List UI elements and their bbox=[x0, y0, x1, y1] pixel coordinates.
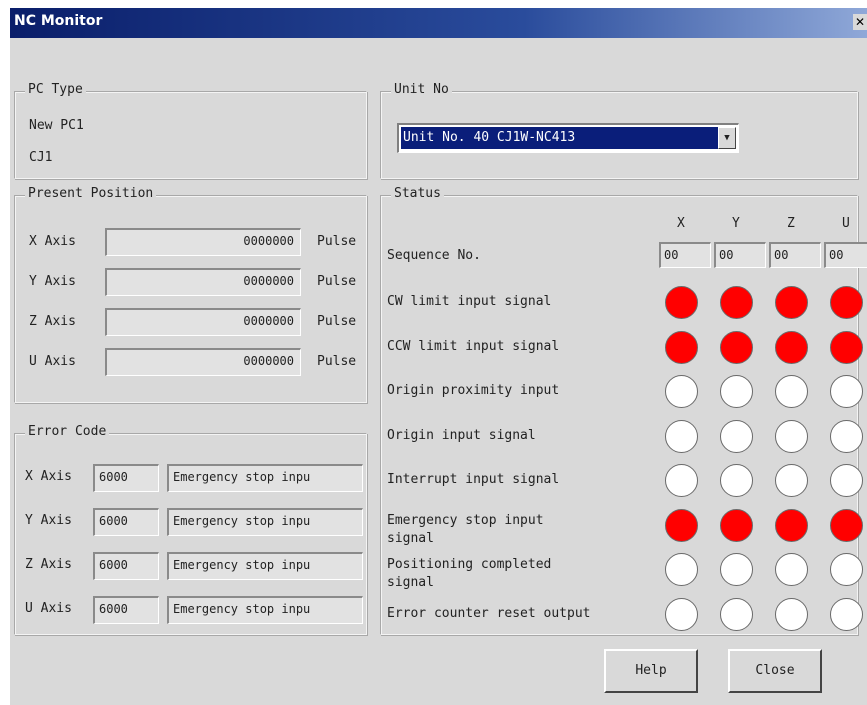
status-led-u bbox=[830, 286, 863, 319]
sequence-field: 00 bbox=[714, 242, 766, 268]
error-message-field: Emergency stop inpu bbox=[167, 596, 363, 624]
status-led-z bbox=[775, 419, 808, 453]
error-code-field: 6000 bbox=[93, 596, 159, 624]
window-title: NC Monitor bbox=[14, 13, 103, 29]
sequence-field: 00 bbox=[659, 242, 711, 268]
status-led-x bbox=[665, 286, 698, 319]
pc-type-model: CJ1 bbox=[29, 150, 53, 165]
signal-label-cont: signal bbox=[387, 575, 434, 590]
unit-no-group: Unit No Unit No. 40 CJ1W-NC413 ▼ bbox=[380, 82, 858, 179]
signal-label: CW limit input signal bbox=[387, 294, 552, 309]
status-led-y bbox=[720, 286, 753, 319]
status-group: Status X Y Z U Sequence No. 00 00 00 00 CW limit … bbox=[380, 186, 867, 635]
signal-label: Origin input signal bbox=[387, 427, 536, 443]
status-led-z bbox=[775, 553, 808, 586]
status-led-u bbox=[830, 330, 863, 364]
sequence-field: 00 bbox=[769, 242, 821, 268]
status-led-x bbox=[665, 419, 698, 453]
close-button[interactable]: Close bbox=[728, 649, 822, 693]
status-led-y bbox=[720, 375, 753, 408]
position-axis-label: X Axis bbox=[29, 234, 76, 249]
error-axis-label: Y Axis bbox=[25, 513, 72, 528]
status-led-z bbox=[775, 508, 808, 542]
position-unit-label: Pulse bbox=[317, 274, 357, 289]
status-led-y bbox=[720, 330, 753, 364]
position-value-field: 0000000 bbox=[105, 268, 301, 296]
status-led-z bbox=[775, 464, 808, 497]
pc-type-legend: PC Type bbox=[25, 82, 86, 97]
help-button[interactable]: Help bbox=[604, 649, 698, 693]
status-led-x bbox=[665, 508, 698, 542]
axis-header-z: Z bbox=[787, 216, 795, 231]
status-led-y bbox=[720, 419, 753, 453]
error-axis-label: U Axis bbox=[25, 601, 72, 616]
status-led-x bbox=[665, 464, 698, 497]
sequence-label: Sequence No. bbox=[387, 248, 481, 263]
pc-type-name: New PC1 bbox=[29, 118, 84, 133]
signal-label: CCW limit input signal bbox=[387, 338, 560, 354]
present-position-legend: Present Position bbox=[25, 186, 157, 201]
axis-header-x: X bbox=[677, 216, 685, 231]
unit-no-dropdown[interactable]: Unit No. 40 CJ1W-NC413 ▼ bbox=[397, 123, 739, 153]
error-message-field: Emergency stop inpu bbox=[167, 508, 363, 536]
position-value-field: 0000000 bbox=[105, 348, 301, 376]
status-led-x bbox=[665, 330, 698, 364]
error-message-field: Emergency stop inpu bbox=[167, 552, 363, 580]
axis-header-y: Y bbox=[732, 216, 740, 231]
status-led-z bbox=[775, 330, 808, 364]
status-led-x bbox=[665, 375, 698, 408]
error-code-legend: Error Code bbox=[25, 424, 110, 439]
sequence-field: 00 bbox=[824, 242, 867, 268]
error-axis-label: Z Axis bbox=[25, 557, 72, 572]
position-unit-label: Pulse bbox=[317, 354, 357, 369]
status-led-y bbox=[720, 553, 753, 586]
status-led-u bbox=[830, 464, 863, 497]
signal-label: Error counter reset output bbox=[387, 605, 591, 621]
axis-header-u: U bbox=[842, 216, 850, 231]
status-led-x bbox=[665, 597, 698, 631]
position-unit-label: Pulse bbox=[317, 314, 357, 329]
error-code-field: 6000 bbox=[93, 464, 159, 492]
status-led-u bbox=[830, 508, 863, 542]
status-led-u bbox=[830, 597, 863, 631]
pc-type-group: PC Type New PC1 CJ1 bbox=[14, 82, 367, 179]
status-led-y bbox=[720, 597, 753, 631]
position-axis-label: Y Axis bbox=[29, 274, 76, 289]
status-legend: Status bbox=[391, 186, 444, 201]
status-led-z bbox=[775, 286, 808, 319]
status-led-u bbox=[830, 553, 863, 586]
error-code-group: Error Code X Axis 6000 Emergency stop inpu… bbox=[14, 424, 367, 635]
status-led-z bbox=[775, 597, 808, 631]
error-code-field: 6000 bbox=[93, 508, 159, 536]
signal-label: Positioning completed bbox=[387, 557, 552, 572]
position-unit-label: Pulse bbox=[317, 234, 357, 249]
signal-label: Origin proximity input bbox=[387, 383, 560, 398]
nc-monitor-window: NC Monitor ✕ PC Type New PC1 CJ1 Unit No… bbox=[10, 8, 867, 705]
error-axis-label: X Axis bbox=[25, 469, 72, 484]
status-led-y bbox=[720, 508, 753, 542]
unit-no-legend: Unit No bbox=[391, 82, 452, 97]
title-bar[interactable]: NC Monitor ✕ bbox=[10, 8, 867, 38]
unit-no-selected: Unit No. 40 CJ1W-NC413 bbox=[401, 127, 721, 149]
signal-label: Interrupt input signal bbox=[387, 472, 560, 487]
error-code-field: 6000 bbox=[93, 552, 159, 580]
position-axis-label: Z Axis bbox=[29, 314, 76, 329]
dropdown-arrow-icon[interactable]: ▼ bbox=[718, 127, 736, 149]
error-message-field: Emergency stop inpu bbox=[167, 464, 363, 492]
status-led-z bbox=[775, 375, 808, 408]
status-led-y bbox=[720, 464, 753, 497]
present-position-group: Present Position X Axis 0000000 Pulse Y Axi… bbox=[14, 186, 367, 403]
status-led-x bbox=[665, 553, 698, 586]
position-axis-label: U Axis bbox=[29, 354, 76, 369]
signal-label: Emergency stop input bbox=[387, 512, 544, 528]
close-window-icon[interactable]: ✕ bbox=[853, 14, 867, 30]
status-led-u bbox=[830, 375, 863, 408]
position-value-field: 0000000 bbox=[105, 228, 301, 256]
signal-label-cont: signal bbox=[387, 530, 434, 546]
position-value-field: 0000000 bbox=[105, 308, 301, 336]
status-led-u bbox=[830, 419, 863, 453]
